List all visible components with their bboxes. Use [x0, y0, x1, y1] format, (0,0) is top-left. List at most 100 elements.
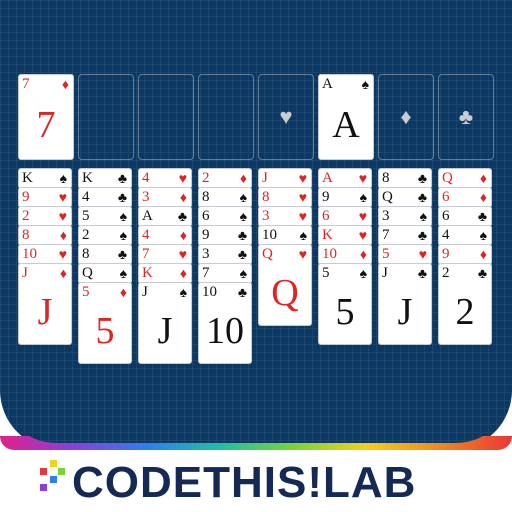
card-suit-icon: ♠ [419, 208, 427, 224]
tableau-card-top[interactable]: J ♠ J [138, 282, 192, 364]
tableau-card-top[interactable]: 10 ♣ 10 [198, 282, 252, 364]
card-rank: 5 [322, 265, 330, 281]
tableau-card[interactable]: 3 ♥ [258, 206, 312, 227]
tableau-card[interactable]: 7 ♠ [198, 263, 252, 284]
logo-pixel [58, 468, 65, 475]
tableau-card[interactable]: 5 ♠ [78, 206, 132, 227]
foundation-slot-7[interactable]: ♦ [378, 74, 434, 160]
tableau-card[interactable]: 9 ♥ [18, 187, 72, 208]
tableau-card[interactable]: 4 ♦ [138, 225, 192, 246]
logo-text: CODETHIS!LAB [72, 458, 417, 507]
card-suit-icon: ♣ [117, 246, 127, 262]
card-suit-icon: ♠ [239, 208, 247, 224]
tableau-card[interactable]: 8 ♠ [198, 187, 252, 208]
card-rank: A [142, 208, 153, 224]
tableau-card[interactable]: 4 ♥ [138, 168, 192, 189]
tableau-card[interactable]: 4 ♠ [438, 225, 492, 246]
card-rank: 9 [442, 246, 450, 262]
tableau-card[interactable]: 10 ♥ [18, 244, 72, 265]
tableau-card-top[interactable]: J ♦ J [18, 263, 72, 345]
card-suit-icon: ♥ [358, 208, 367, 224]
tableau-card[interactable]: K ♣ [78, 168, 132, 189]
card-suit-icon: ♣ [237, 246, 247, 262]
card-rank: 5 [382, 246, 390, 262]
card-rank: J [382, 265, 388, 281]
tableau-card[interactable]: 2 ♥ [18, 206, 72, 227]
card-rank: 2 [82, 227, 90, 243]
tableau-card[interactable]: 10 ♠ [258, 225, 312, 246]
foundation-card-1[interactable]: 7 ♦ 7 [18, 74, 74, 160]
card-suit-icon: ♦ [479, 189, 487, 205]
tableau-card[interactable]: 6 ♥ [318, 206, 372, 227]
foundation-card-6[interactable]: A ♠ A [318, 74, 374, 160]
foundation-slot-5[interactable]: ♥ [258, 74, 314, 160]
card-suit-icon: ♣ [417, 227, 427, 243]
tableau-card[interactable]: 3 ♦ [138, 187, 192, 208]
foundation-slot-8[interactable]: ♣ [438, 74, 494, 160]
tableau-card[interactable]: J ♥ [258, 168, 312, 189]
tableau-card[interactable]: 9 ♦ [438, 244, 492, 265]
foundation-slot-4[interactable] [198, 74, 254, 160]
card-rank: 2 [442, 265, 450, 281]
tableau-card[interactable]: 9 ♠ [318, 187, 372, 208]
card-rank: 10 [322, 246, 337, 262]
foundation-slot-2[interactable] [78, 74, 134, 160]
tableau-card-top[interactable]: 5 ♦ 5 [78, 282, 132, 364]
tableau-card[interactable]: 8 ♣ [78, 244, 132, 265]
tableau-card[interactable]: 3 ♣ [198, 244, 252, 265]
tableau-card[interactable]: 8 ♦ [18, 225, 72, 246]
card-rank: 4 [142, 227, 150, 243]
card-rank: 4 [82, 189, 90, 205]
card-suit-icon: ♣ [237, 227, 247, 243]
card-suit-icon: ♣ [417, 265, 427, 281]
tableau-card[interactable]: K ♠ [18, 168, 72, 189]
card-suit-icon: ♠ [361, 76, 369, 92]
card-suit-icon: ♥ [298, 170, 307, 186]
tableau-card[interactable]: 6 ♣ [438, 206, 492, 227]
tableau-card[interactable]: 8 ♥ [258, 187, 312, 208]
tableau-card[interactable]: K ♦ [138, 263, 192, 284]
tableau-card[interactable]: 8 ♣ [378, 168, 432, 189]
tableau-card[interactable]: Q ♠ [78, 263, 132, 284]
card-suit-icon: ♦ [59, 227, 67, 243]
tableau-card[interactable]: K ♥ [318, 225, 372, 246]
tableau-card[interactable]: Q ♦ [438, 168, 492, 189]
tableau-card-top[interactable]: J ♣ J [378, 263, 432, 345]
card-suit-icon: ♦ [61, 76, 69, 92]
card-big-rank: J [157, 310, 173, 352]
card-rank: 7 [202, 265, 210, 281]
logo-pixel [40, 468, 47, 475]
card-suit-icon: ♥ [418, 246, 427, 262]
tableau-card[interactable]: 2 ♠ [78, 225, 132, 246]
logo-pixel [50, 460, 57, 467]
tableau-card[interactable]: 5 ♥ [378, 244, 432, 265]
tableau-card[interactable]: Q ♣ [378, 187, 432, 208]
foundation-slot-3[interactable] [138, 74, 194, 160]
tableau-card[interactable]: 10 ♦ [318, 244, 372, 265]
tableau-card-top[interactable]: 2 ♣ 2 [438, 263, 492, 345]
tableau-card[interactable]: 2 ♦ [198, 168, 252, 189]
card-suit-icon: ♠ [479, 227, 487, 243]
card-rank: J [142, 284, 148, 300]
card-rank: A [322, 170, 333, 186]
card-big-rank: Q [271, 272, 299, 314]
tableau-card[interactable]: A ♥ [318, 168, 372, 189]
tableau-card-top[interactable]: Q ♥ Q [258, 244, 312, 326]
tableau-card[interactable]: 7 ♣ [378, 225, 432, 246]
card-rank: K [322, 227, 333, 243]
logo-pixel [40, 484, 47, 491]
card-suit-icon: ♦ [119, 284, 127, 300]
tableau-card[interactable]: 7 ♥ [138, 244, 192, 265]
tableau-card[interactable]: 4 ♣ [78, 187, 132, 208]
tableau-card[interactable]: A ♣ [138, 206, 192, 227]
card-rank: 10 [262, 227, 277, 243]
tableau-card[interactable]: 3 ♠ [378, 206, 432, 227]
slot-suit-icon: ♦ [400, 104, 412, 129]
card-rank: 10 [22, 246, 37, 262]
tableau-card[interactable]: 6 ♠ [198, 206, 252, 227]
card-suit-icon: ♦ [179, 189, 187, 205]
card-big-rank: A [332, 104, 360, 146]
tableau-card[interactable]: 9 ♣ [198, 225, 252, 246]
tableau-card-top[interactable]: 5 ♠ 5 [318, 263, 372, 345]
tableau-card[interactable]: 6 ♦ [438, 187, 492, 208]
